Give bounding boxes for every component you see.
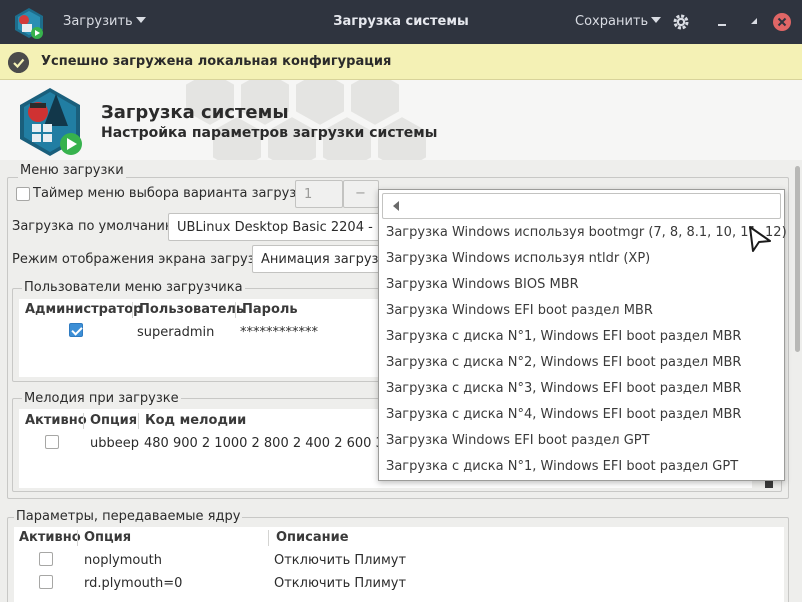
chevron-left-icon[interactable] xyxy=(393,201,399,211)
timer-checkbox[interactable] xyxy=(16,187,30,201)
load-menu-label: Загрузить xyxy=(63,14,133,29)
dropdown-item[interactable]: Загрузка Windows используя ntldr (XP) xyxy=(386,251,650,266)
dropdown-item[interactable]: Загрузка Windows EFI boot раздел MBR xyxy=(386,303,653,318)
users-col-admin: Администратор xyxy=(25,302,143,317)
melody-col-active: Активно xyxy=(25,413,87,428)
kernel-option-cell[interactable]: noplymouth xyxy=(84,553,162,568)
user-name-cell[interactable]: superadmin xyxy=(137,325,214,340)
melody-col-option: Опция xyxy=(90,413,138,428)
mouse-cursor-icon xyxy=(749,226,771,252)
kernel-col-option: Опция xyxy=(84,530,132,545)
column-separator xyxy=(235,302,236,318)
default-boot-select[interactable]: UBLinux Desktop Basic 2204 - Пес xyxy=(168,213,380,241)
display-mode-label: Режим отображения экрана загрузки: xyxy=(12,252,276,267)
melody-col-code: Код мелодии xyxy=(145,413,247,428)
users-col-password: Пароль xyxy=(242,302,298,317)
melody-label: Мелодия при загрузке xyxy=(22,391,181,406)
minimize-icon[interactable] xyxy=(713,12,731,30)
load-menu-button[interactable]: Загрузить xyxy=(63,14,146,29)
boot-entry-dropdown: Загрузка Windows используя bootmgr (7, 8… xyxy=(378,189,787,481)
users-label: Пользователи меню загрузчика xyxy=(22,280,245,295)
dropdown-item[interactable]: Загрузка с диска N°3, Windows EFI boot р… xyxy=(386,381,741,396)
maximize-icon[interactable] xyxy=(745,12,763,30)
timer-input[interactable]: 1 xyxy=(295,180,343,208)
dropdown-item[interactable]: Загрузка с диска N°1, Windows EFI boot р… xyxy=(386,329,741,344)
timer-decrement-button[interactable]: − xyxy=(343,180,379,208)
column-separator xyxy=(132,302,133,318)
banner-message: Успешно загружена локальная конфигурация xyxy=(41,54,392,69)
melody-option-cell[interactable]: ubbeep xyxy=(90,436,139,451)
gear-icon[interactable] xyxy=(672,13,690,31)
dropdown-search-input[interactable] xyxy=(382,193,781,219)
kernel-label: Параметры, передаваемые ядру xyxy=(14,509,243,524)
kernel-description-cell[interactable]: Отключить Плимут xyxy=(274,576,406,591)
display-mode-select[interactable]: Анимация загрузки xyxy=(252,245,380,273)
timer-minus-label: − xyxy=(355,186,366,201)
save-menu-label: Сохранить xyxy=(575,14,649,29)
dropdown-item[interactable]: Загрузка с диска N°1, Windows EFI boot р… xyxy=(386,459,738,474)
app-logo xyxy=(20,88,82,156)
page-subtitle: Настройка параметров загрузки системы xyxy=(101,125,438,141)
close-icon[interactable] xyxy=(772,12,792,32)
dropdown-item[interactable]: Загрузка с диска N°4, Windows EFI boot р… xyxy=(386,407,741,422)
dropdown-item[interactable]: Загрузка Windows используя bootmgr (7, 8… xyxy=(386,225,787,240)
display-mode-value: Анимация загрузки xyxy=(261,252,379,267)
column-separator xyxy=(268,530,269,546)
melody-code-cell[interactable]: 480 900 2 1000 2 800 2 400 2 600 3 xyxy=(144,436,384,451)
kernel-active-checkbox[interactable] xyxy=(39,575,53,589)
page-title: Загрузка системы xyxy=(101,102,289,123)
dropdown-item[interactable]: Загрузка Windows EFI boot раздел GPT xyxy=(386,433,650,448)
vertical-scrollbar[interactable] xyxy=(795,166,800,352)
timer-label: Таймер меню выбора варианта загрузки: xyxy=(33,186,317,201)
save-menu-button[interactable]: Сохранить xyxy=(575,14,662,29)
default-boot-label: Загрузка по умолчанию: xyxy=(12,219,181,234)
info-banner: Успешно загружена локальная конфигурация xyxy=(0,44,802,80)
default-boot-value: UBLinux Desktop Basic 2204 - Пес xyxy=(177,220,380,235)
column-separator xyxy=(138,413,139,429)
kernel-col-active: Активно xyxy=(19,530,81,545)
users-col-user: Пользователь xyxy=(139,302,245,317)
dropdown-item[interactable]: Загрузка Windows BIOS MBR xyxy=(386,277,579,292)
melody-active-checkbox[interactable] xyxy=(45,435,59,449)
kernel-active-checkbox[interactable] xyxy=(39,552,53,566)
app-icon xyxy=(15,8,43,39)
page-header: Загрузка системы Настройка параметров за… xyxy=(0,80,802,160)
timer-value: 1 xyxy=(304,187,313,202)
admin-checkbox[interactable] xyxy=(69,323,83,337)
chevron-down-icon xyxy=(651,17,662,23)
column-separator xyxy=(83,413,84,429)
password-cell[interactable]: ************ xyxy=(240,325,318,340)
dropdown-item[interactable]: Загрузка с диска N°2, Windows EFI boot р… xyxy=(386,355,741,370)
kernel-option-cell[interactable]: rd.plymouth=0 xyxy=(84,576,182,591)
column-separator xyxy=(77,530,78,546)
boot-menu-label: Меню загрузки xyxy=(18,163,126,178)
checkmark-icon xyxy=(8,52,29,73)
window-titlebar: Загрузить Загрузка системы Сохранить xyxy=(0,0,802,44)
kernel-description-cell[interactable]: Отключить Плимут xyxy=(274,553,406,568)
chevron-down-icon xyxy=(135,17,146,23)
kernel-col-description: Описание xyxy=(276,530,349,545)
